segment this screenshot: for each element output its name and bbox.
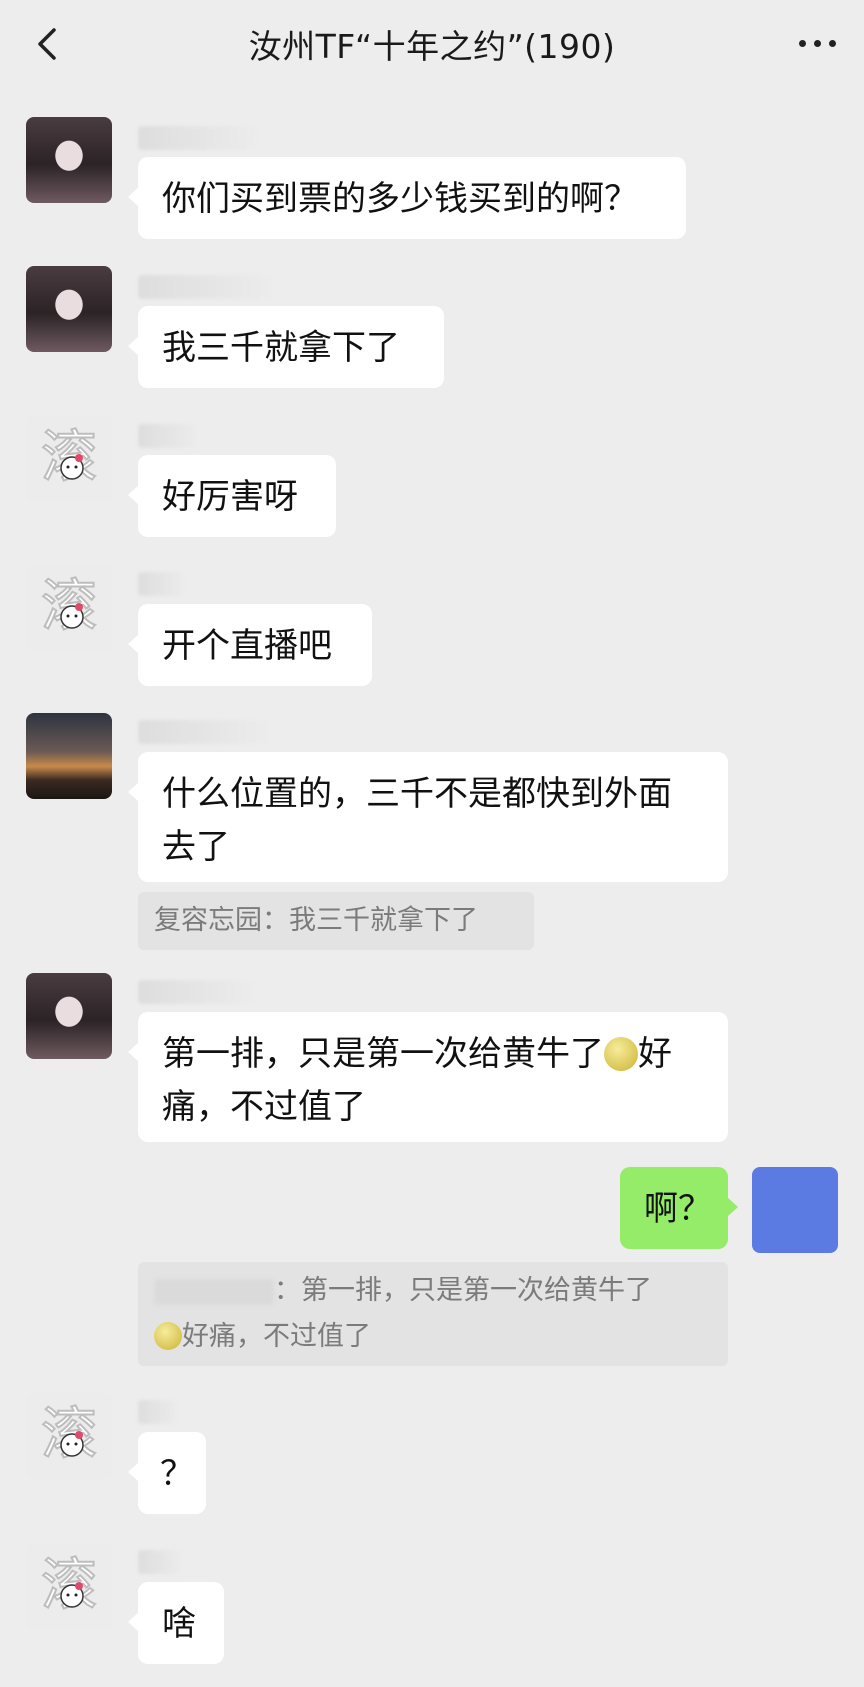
message-bubble[interactable]: 啥	[128, 1582, 224, 1664]
avatar[interactable]: 滚	[26, 1393, 112, 1479]
chat-title: 汝州TF“十年之约”(190)	[248, 27, 616, 66]
quoted-text-line: ：第一排，只是第一次给黄牛了	[154, 1268, 712, 1314]
quoted-text-line: 好痛，不过值了	[154, 1314, 712, 1360]
sender-name-blurred	[138, 980, 253, 1004]
avatar[interactable]: 滚	[26, 416, 112, 502]
avatar[interactable]	[26, 973, 112, 1059]
sender-name-blurred	[138, 1400, 178, 1424]
message-bubble[interactable]: ？	[128, 1432, 206, 1514]
sender-name-blurred	[138, 1550, 182, 1574]
awkward-smile-emoji-icon	[604, 1037, 638, 1071]
sender-name-blurred	[138, 126, 258, 150]
message-text: 啥	[162, 1604, 196, 1644]
message-text: 好	[638, 1034, 672, 1074]
message-text: 第一排，只是第一次给黄牛了	[162, 1034, 604, 1074]
message-text: ？	[160, 1454, 194, 1494]
message-text: 开个直播吧	[162, 626, 332, 666]
avatar[interactable]	[26, 117, 112, 203]
message-bubble[interactable]: 第一排，只是第一次给黄牛了好 痛，不过值了	[128, 1012, 728, 1142]
message-text-line: 去了	[162, 827, 230, 867]
avatar[interactable]: 滚	[26, 565, 112, 651]
hello-kitty-avatar-icon: 滚	[26, 565, 112, 651]
sender-name-blurred	[138, 424, 198, 448]
quoted-reply[interactable]: 复容忘园：我三千就拿下了	[138, 892, 534, 950]
quoted-text: ：第一排，只是第一次给黄牛了	[274, 1275, 652, 1306]
back-chevron-icon[interactable]	[30, 26, 66, 62]
hello-kitty-avatar-icon: 滚	[26, 1544, 112, 1630]
message-text: 你们买到票的多少钱买到的啊？	[162, 179, 638, 219]
message-text: 好厉害呀	[162, 477, 298, 517]
quoted-text: 复容忘园：我三千就拿下了	[154, 905, 478, 936]
message-bubble[interactable]: 你们买到票的多少钱买到的啊？	[128, 157, 686, 239]
message-bubble[interactable]: 我三千就拿下了	[128, 306, 444, 388]
more-options-icon[interactable]	[799, 40, 836, 47]
awkward-smile-emoji-icon	[154, 1322, 182, 1350]
message-text: 我三千就拿下了	[162, 328, 400, 368]
sender-name-blurred	[138, 275, 273, 299]
avatar[interactable]	[26, 266, 112, 352]
sender-name-blurred	[138, 720, 268, 744]
message-bubble[interactable]: 开个直播吧	[128, 604, 372, 686]
message-text: 啊？	[644, 1189, 712, 1229]
chat-header: 汝州TF“十年之约”(190)	[0, 0, 864, 88]
hello-kitty-avatar-icon: 滚	[26, 416, 112, 502]
message-bubble[interactable]: 好厉害呀	[128, 455, 336, 537]
blurred-name	[154, 1278, 274, 1305]
avatar[interactable]	[26, 713, 112, 799]
message-text-line: 痛，不过值了	[162, 1087, 366, 1127]
my-message-bubble[interactable]: 啊？	[620, 1167, 738, 1249]
message-text-line: 什么位置的，三千不是都快到外面	[162, 774, 672, 814]
avatar[interactable]: 滚	[26, 1544, 112, 1630]
sender-name-blurred	[138, 572, 186, 596]
message-text-line: 第一排，只是第一次给黄牛了好	[162, 1028, 704, 1081]
quoted-text: 好痛，不过值了	[182, 1321, 371, 1352]
message-bubble[interactable]: 什么位置的，三千不是都快到外面 去了	[128, 752, 728, 882]
self-avatar[interactable]	[752, 1167, 838, 1253]
hello-kitty-avatar-icon: 滚	[26, 1393, 112, 1479]
quoted-reply[interactable]: ：第一排，只是第一次给黄牛了 好痛，不过值了	[138, 1262, 728, 1366]
